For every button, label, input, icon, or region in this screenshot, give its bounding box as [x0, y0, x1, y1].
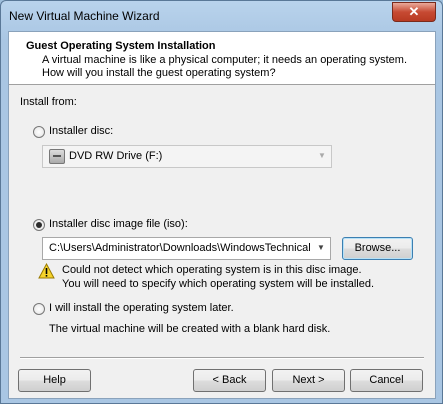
warning-line-1: Could not detect which operating system … [62, 264, 362, 276]
chevron-down-icon[interactable]: ▼ [316, 242, 326, 254]
warning-line-2: You will need to specify which operating… [62, 278, 375, 290]
installer-disc-label[interactable]: Installer disc: [49, 125, 113, 137]
wizard-header: Guest Operating System Installation A vi… [9, 32, 435, 85]
help-button[interactable]: Help [18, 369, 91, 392]
close-icon: ✕ [408, 4, 420, 19]
warning-icon [38, 263, 55, 279]
next-button[interactable]: Next > [272, 369, 345, 392]
installer-disc-radio[interactable] [33, 126, 45, 138]
disc-drive-value: DVD RW Drive (F:) [69, 150, 163, 162]
back-button[interactable]: < Back [193, 369, 266, 392]
install-from-label: Install from: [20, 96, 77, 108]
page-title: Guest Operating System Installation [26, 40, 216, 52]
footer-divider [20, 357, 424, 359]
dvd-drive-icon [49, 149, 65, 164]
window-title: New Virtual Machine Wizard [9, 9, 160, 23]
page-description: A virtual machine is like a physical com… [42, 54, 408, 79]
install-later-note: The virtual machine will be created with… [49, 323, 331, 335]
disc-drive-select: DVD RW Drive (F:) ▼ [42, 145, 332, 168]
wizard-window: New Virtual Machine Wizard ✕ Guest Opera… [0, 0, 443, 404]
wizard-content: Guest Operating System Installation A vi… [8, 31, 436, 399]
cancel-button[interactable]: Cancel [350, 369, 423, 392]
close-button[interactable]: ✕ [392, 2, 436, 22]
iso-path-value: C:\Users\Administrator\Downloads\Windows… [49, 242, 311, 254]
iso-image-label[interactable]: Installer disc image file (iso): [49, 218, 188, 230]
iso-path-input[interactable]: C:\Users\Administrator\Downloads\Windows… [42, 237, 331, 260]
iso-image-radio[interactable] [33, 219, 45, 231]
chevron-down-icon: ▼ [318, 151, 326, 160]
install-later-radio[interactable] [33, 303, 45, 315]
title-bar[interactable]: New Virtual Machine Wizard ✕ [1, 1, 442, 31]
install-later-label[interactable]: I will install the operating system late… [49, 302, 234, 314]
warning-message: Could not detect which operating system … [62, 263, 422, 291]
browse-button[interactable]: Browse... [342, 237, 413, 260]
